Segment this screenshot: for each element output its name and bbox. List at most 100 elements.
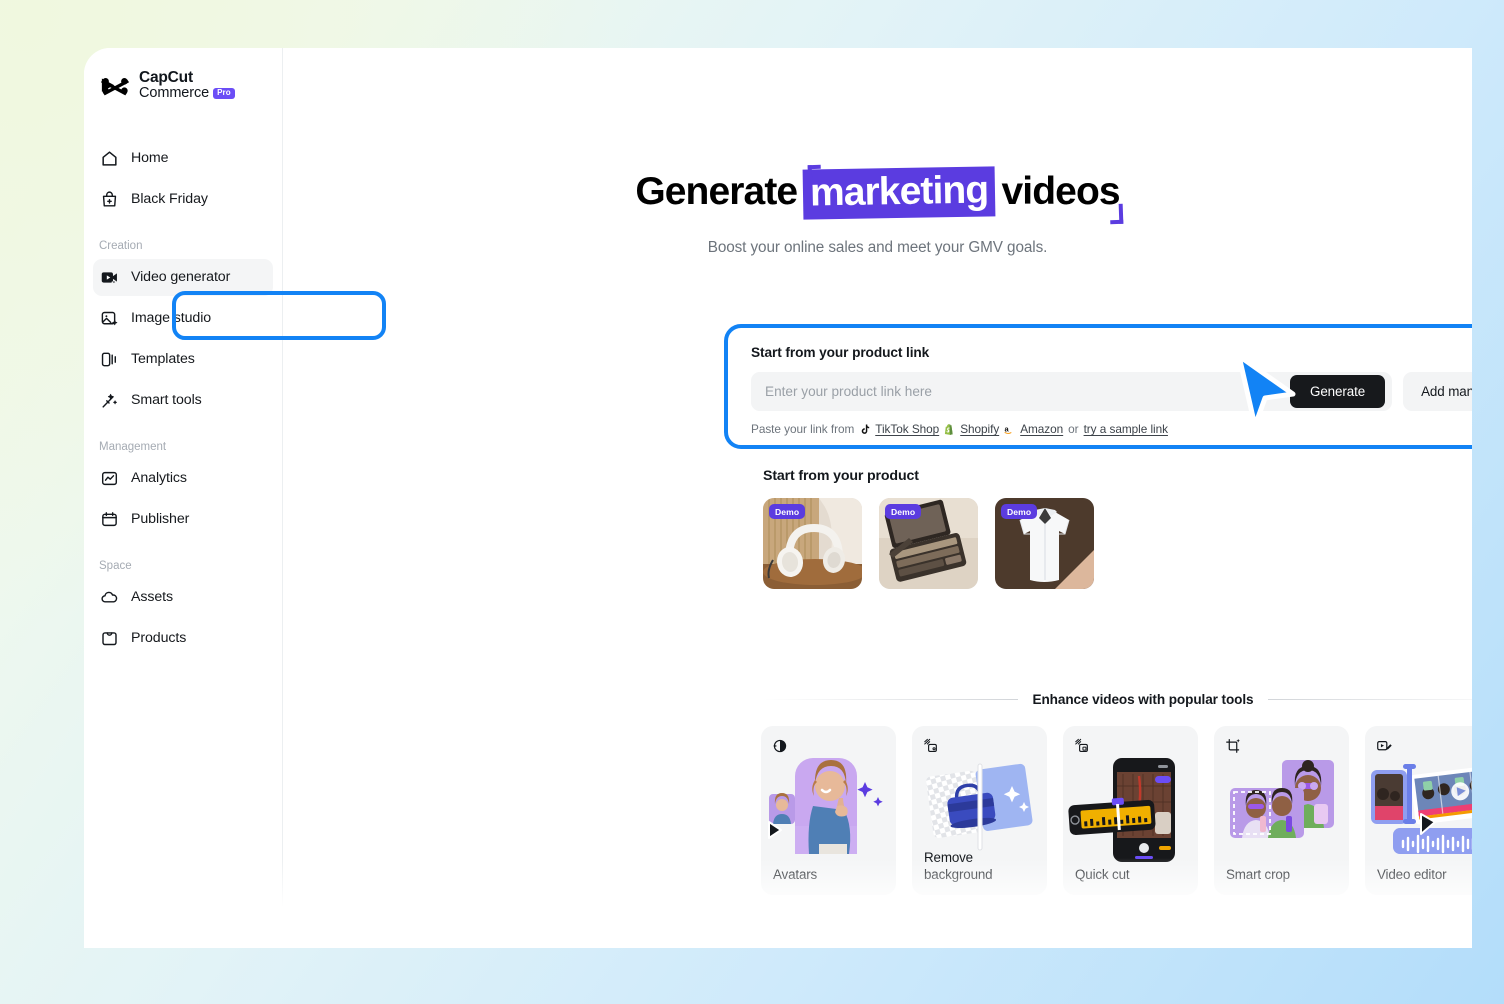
- sidebar-item-publisher[interactable]: Publisher: [93, 501, 273, 538]
- source-tiktok-shop[interactable]: TikTok Shop: [859, 422, 939, 436]
- generate-button[interactable]: Generate: [1290, 375, 1386, 408]
- bracket-bottom-right-decoration: [1109, 203, 1124, 225]
- source-amazon-label[interactable]: Amazon: [1020, 422, 1063, 436]
- app-window: CapCut Commerce Pro Home Black Friday Cr…: [0, 0, 1504, 1004]
- source-amazon[interactable]: a Amazon: [1004, 422, 1064, 436]
- tools-section-title: Enhance videos with popular tools: [1032, 692, 1254, 707]
- sidebar-item-black-friday[interactable]: Black Friday: [93, 181, 273, 218]
- quick-cut-artwork: [1063, 756, 1198, 864]
- avatars-illustration: [768, 758, 883, 854]
- smart-crop-artwork: [1214, 756, 1349, 864]
- logo-title-line2: Commerce: [139, 85, 210, 102]
- product-link-input[interactable]: [751, 372, 1291, 411]
- tool-card-video-editor[interactable]: Video editor: [1365, 726, 1472, 895]
- video-editor-illustration: [1371, 764, 1472, 854]
- hero-subheadline: Boost your online sales and meet your GM…: [707, 239, 1048, 256]
- source-tiktok-shop-label[interactable]: TikTok Shop: [875, 422, 939, 436]
- smart-crop-illustration: [1230, 760, 1334, 838]
- divider-left: [763, 699, 1019, 700]
- demo-badge: Demo: [1001, 504, 1038, 519]
- logo-title-line1: CapCut: [139, 69, 193, 86]
- avatars-artwork: [761, 756, 896, 864]
- product-demo-white-shirt[interactable]: Demo: [995, 498, 1094, 589]
- crop-sparkle-icon: [1226, 738, 1240, 753]
- sidebar-item-label: Image studio: [131, 310, 212, 327]
- calendar-icon: [100, 510, 119, 529]
- video-edit-icon: [1377, 741, 1392, 751]
- sidebar-item-label: Analytics: [131, 470, 187, 487]
- sidebar: CapCut Commerce Pro Home Black Friday Cr…: [84, 48, 283, 948]
- product-thumbnail-row: Demo Demo Demo: [763, 498, 1094, 589]
- shopify-icon: [945, 423, 953, 435]
- sidebar-item-video-generator[interactable]: Video generator: [93, 258, 273, 296]
- sidebar-item-assets[interactable]: Assets: [93, 579, 273, 616]
- sidebar-item-products[interactable]: Products: [93, 620, 273, 657]
- home-icon: [100, 149, 119, 168]
- headline-word-marketing: marketing: [802, 166, 996, 220]
- product-demo-headphones[interactable]: Demo: [763, 498, 862, 589]
- avatar-contrast-icon: [773, 739, 787, 753]
- sidebar-item-label: Smart tools: [131, 392, 202, 409]
- sidebar-section-creation: Creation: [99, 239, 143, 252]
- product-link-input-row: Generate Add manually: [751, 372, 1472, 411]
- sidebar-item-label: Publisher: [131, 511, 190, 528]
- sidebar-item-home[interactable]: Home: [93, 140, 273, 177]
- tool-label: Video editor: [1377, 867, 1447, 883]
- bag-plus-icon: [100, 190, 119, 209]
- add-manually-button[interactable]: Add manually: [1403, 372, 1472, 411]
- cloud-icon: [100, 588, 119, 607]
- source-shopify-label[interactable]: Shopify: [960, 422, 999, 436]
- mouse-pointer: [1236, 353, 1296, 429]
- or-label: or: [1068, 422, 1079, 436]
- headline-word-videos: videos: [999, 169, 1123, 215]
- capcut-logo-icon: [100, 77, 130, 96]
- tool-card-avatars[interactable]: Avatars: [761, 726, 896, 895]
- headline-word-generate: Generate: [632, 169, 800, 215]
- start-from-product-title: Start from your product: [763, 468, 919, 484]
- start-from-product-section: Start from your product Demo Demo Demo: [763, 468, 1094, 589]
- product-link-card-title: Start from your product link: [751, 345, 930, 360]
- bracket-top-left-decoration: [807, 164, 822, 186]
- sidebar-item-label: Templates: [131, 351, 195, 368]
- box-icon: [100, 629, 119, 648]
- tool-label: Remove background: [924, 849, 993, 883]
- quick-cut-illustration: [1068, 758, 1175, 862]
- sidebar-item-image-studio[interactable]: Image studio: [93, 300, 273, 337]
- demo-badge: Demo: [885, 504, 922, 519]
- try-sample-link[interactable]: try a sample link: [1084, 422, 1168, 436]
- hero-headline-block: Generate marketing videos Boost your onlin…: [283, 164, 1472, 257]
- paste-prefix-label: Paste your link from: [751, 422, 855, 436]
- main-content: Generate marketing videos Boost your onlin…: [283, 48, 1472, 948]
- app-logo[interactable]: CapCut Commerce Pro: [84, 69, 282, 102]
- demo-badge: Demo: [769, 504, 806, 519]
- sidebar-item-smart-tools[interactable]: Smart tools: [93, 382, 273, 419]
- page-title: Generate marketing videos: [632, 164, 1124, 225]
- analytics-icon: [100, 469, 119, 488]
- tool-label: Smart crop: [1226, 867, 1290, 883]
- tools-section-heading: Enhance videos with popular tools: [763, 692, 1472, 707]
- tool-card-smart-crop[interactable]: Smart crop: [1214, 726, 1349, 895]
- sidebar-item-label: Home: [131, 150, 169, 167]
- tool-label: Avatars: [773, 867, 818, 883]
- video-sparkle-icon: [100, 268, 119, 287]
- sidebar-section-management: Management: [99, 440, 167, 453]
- paste-sources-row: Paste your link from TikTok Shop Shopify…: [751, 422, 1472, 436]
- image-sparkle-icon: [100, 309, 119, 328]
- sidebar-item-label: Black Friday: [131, 191, 208, 208]
- pro-badge: Pro: [213, 87, 235, 99]
- sidebar-item-templates[interactable]: Templates: [93, 341, 273, 378]
- video-editor-artwork: [1365, 756, 1472, 864]
- magic-wand-icon: [100, 391, 119, 410]
- sidebar-item-analytics[interactable]: Analytics: [93, 460, 273, 497]
- templates-icon: [100, 350, 119, 369]
- sidebar-item-label: Video generator: [131, 269, 231, 286]
- divider-right: [1267, 699, 1472, 700]
- source-shopify[interactable]: Shopify: [944, 422, 999, 436]
- tool-card-quick-cut[interactable]: Quick cut: [1063, 726, 1198, 895]
- product-demo-eyeshadow-palette[interactable]: Demo: [879, 498, 978, 589]
- amazon-icon: a: [1005, 424, 1012, 434]
- svg-text:a: a: [1005, 424, 1010, 433]
- tool-card-remove-background[interactable]: Remove background: [912, 726, 1047, 895]
- tool-label: Quick cut: [1075, 867, 1130, 883]
- sidebar-section-space: Space: [99, 559, 132, 572]
